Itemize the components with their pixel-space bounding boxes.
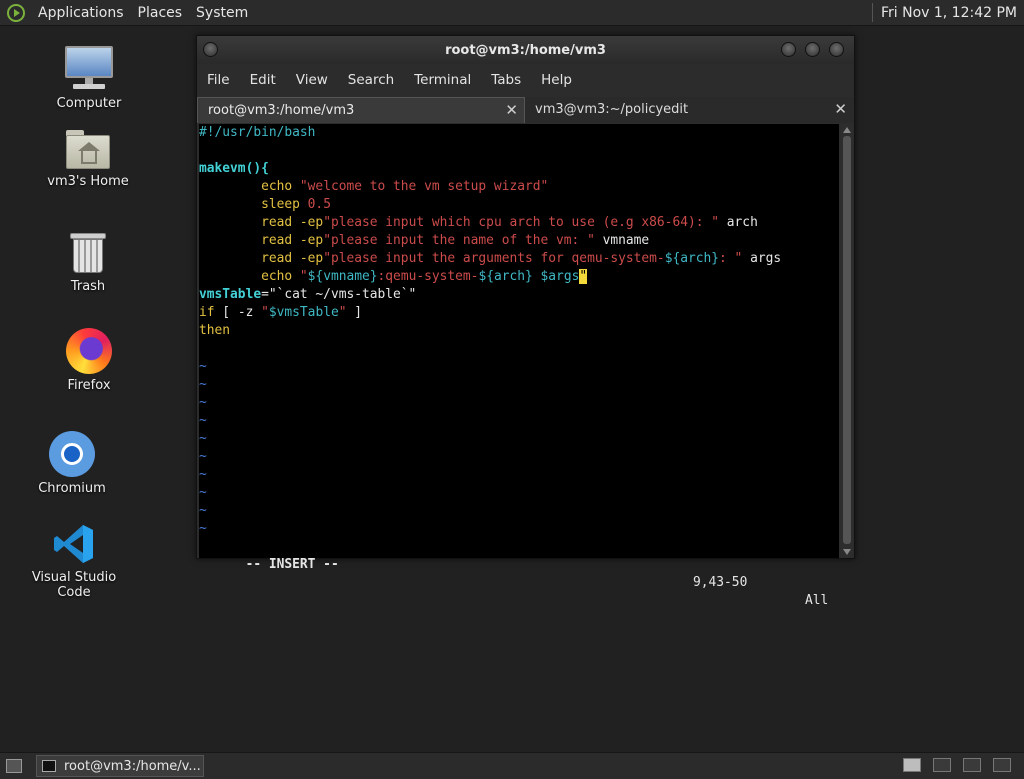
workspace-2[interactable] <box>933 758 951 772</box>
close-button[interactable] <box>829 42 844 57</box>
desktop-icon-label: Firefox <box>67 378 111 393</box>
desktop-icon-firefox[interactable]: Firefox <box>29 328 149 393</box>
empty-line-marker: ~ <box>199 467 207 482</box>
cursor-position: 9,43-50 <box>693 575 748 590</box>
terminal-scrollbar[interactable] <box>841 124 853 558</box>
desktop-icon-computer[interactable]: Computer <box>29 46 149 111</box>
desktop-icon-label: vm3's Home <box>47 174 129 189</box>
vscode-icon <box>52 522 96 566</box>
code-line: #!/usr/bin/bash <box>199 125 316 140</box>
code-line: read -ep"please input the arguments for … <box>261 251 782 266</box>
desktop-icon-label: Visual Studio Code <box>31 570 117 600</box>
tab-close-icon[interactable]: ✕ <box>834 100 847 118</box>
terminal-tabs: root@vm3:/home/vm3 ✕ vm3@vm3:~/policyedi… <box>197 97 854 123</box>
tab-close-icon[interactable]: ✕ <box>505 101 518 119</box>
empty-line-marker: ~ <box>199 485 207 500</box>
empty-line-marker: ~ <box>199 503 207 518</box>
panel-separator <box>871 3 873 22</box>
tab-root[interactable]: root@vm3:/home/vm3 ✕ <box>197 97 525 123</box>
menu-help[interactable]: Help <box>531 72 582 88</box>
terminal-window[interactable]: root@vm3:/home/vm3 File Edit View Search… <box>196 35 855 608</box>
empty-line-marker: ~ <box>199 413 207 428</box>
empty-line-marker: ~ <box>199 449 207 464</box>
scroll-position: All <box>805 593 829 608</box>
empty-line-marker: ~ <box>199 521 207 536</box>
code-line: makevm(){ <box>199 161 269 176</box>
code-line: vmsTable="`cat ~/vms-table`" <box>199 287 417 302</box>
tab-label: root@vm3:/home/vm3 <box>208 103 355 118</box>
menu-logo-icon[interactable] <box>7 3 25 22</box>
empty-line-marker: ~ <box>199 377 207 392</box>
desktop-icon-label: Computer <box>56 96 122 111</box>
vim-status-line: -- INSERT -- 9,43-50 All <box>199 538 839 608</box>
tab-policyedit[interactable]: vm3@vm3:~/policyedit ✕ <box>525 97 853 123</box>
scroll-down-icon[interactable] <box>843 549 851 555</box>
applications-menu[interactable]: Applications <box>31 5 131 21</box>
desktop-icon-label: Trash <box>70 279 106 294</box>
menu-terminal[interactable]: Terminal <box>404 72 481 88</box>
code-line: read -ep"please input which cpu arch to … <box>261 215 758 230</box>
firefox-icon <box>66 328 112 374</box>
menu-view[interactable]: View <box>286 72 338 88</box>
window-menu-button[interactable] <box>203 42 218 57</box>
desktop-icon-trash[interactable]: Trash <box>28 231 148 294</box>
system-menu[interactable]: System <box>189 5 255 21</box>
places-menu[interactable]: Places <box>131 5 190 21</box>
tab-label: vm3@vm3:~/policyedit <box>535 102 689 117</box>
window-titlebar[interactable]: root@vm3:/home/vm3 <box>197 36 854 64</box>
code-line: sleep 0.5 <box>261 197 331 212</box>
code-line: echo "${vmname}:qemu-system-${arch} $arg… <box>261 269 588 284</box>
menu-file[interactable]: File <box>197 72 240 88</box>
window-title: root@vm3:/home/vm3 <box>445 42 606 58</box>
terminal-icon <box>42 760 56 772</box>
taskbar-item-terminal[interactable]: root@vm3:/home/v... <box>36 755 204 777</box>
workspace-4[interactable] <box>993 758 1011 772</box>
code-line: then <box>199 323 231 338</box>
desktop-icon-chromium[interactable]: Chromium <box>12 431 132 496</box>
empty-line-marker: ~ <box>199 431 207 446</box>
code-line: if [ -z "$vmsTable" ] <box>199 305 363 320</box>
code-line: echo "welcome to the vm setup wizard" <box>261 179 549 194</box>
vim-mode: -- INSERT -- <box>245 557 339 572</box>
terminal-menubar: File Edit View Search Terminal Tabs Help <box>197 67 582 93</box>
scrollbar-thumb[interactable] <box>843 136 851 544</box>
scroll-up-icon[interactable] <box>843 127 851 133</box>
menu-edit[interactable]: Edit <box>240 72 286 88</box>
minimize-button[interactable] <box>781 42 796 57</box>
workspace-3[interactable] <box>963 758 981 772</box>
text-cursor: " <box>579 269 588 284</box>
trash-icon <box>70 231 106 275</box>
clock[interactable]: Fri Nov 1, 12:42 PM <box>881 5 1024 21</box>
desktop-icon-vscode[interactable]: Visual Studio Code <box>14 522 134 600</box>
chromium-icon <box>49 431 95 477</box>
workspace-1[interactable] <box>903 758 921 772</box>
desktop-icon-home[interactable]: vm3's Home <box>28 130 148 189</box>
top-panel: Applications Places System Fri Nov 1, 12… <box>0 0 1024 26</box>
desktop-icon-label: Chromium <box>38 481 106 496</box>
menu-tabs[interactable]: Tabs <box>481 72 531 88</box>
bottom-panel: root@vm3:/home/v... <box>0 752 1024 779</box>
code-line: read -ep"please input the name of the vm… <box>261 233 650 248</box>
empty-line-marker: ~ <box>199 359 207 374</box>
menu-search[interactable]: Search <box>338 72 404 88</box>
terminal-content[interactable]: #!/usr/bin/bash makevm(){ echo "welcome … <box>199 124 839 608</box>
taskbar-item-label: root@vm3:/home/v... <box>64 758 201 774</box>
maximize-button[interactable] <box>805 42 820 57</box>
show-desktop-icon[interactable] <box>6 759 22 773</box>
empty-line-marker: ~ <box>199 395 207 410</box>
computer-icon <box>65 46 113 92</box>
home-folder-icon <box>66 130 110 170</box>
